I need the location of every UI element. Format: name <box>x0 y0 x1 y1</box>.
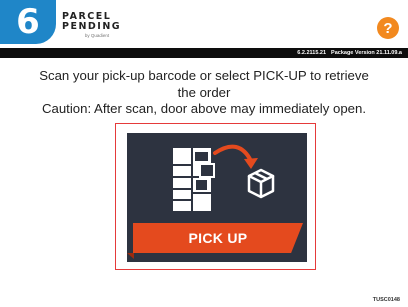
step-number-badge: 6 <box>0 0 56 44</box>
pickup-button-highlight: PICK UP <box>115 123 316 270</box>
pickup-button[interactable]: PICK UP <box>127 133 307 262</box>
curved-arrow-icon <box>213 144 258 169</box>
package-version: Package Version 21.11.09.a <box>331 50 402 56</box>
locker-icon <box>173 148 215 211</box>
build-number: 6.2.2115.21 <box>297 50 327 56</box>
step-number: 6 <box>16 2 40 42</box>
help-button[interactable]: ? <box>377 17 399 39</box>
instruction-text: Scan your pick-up barcode or select PICK… <box>0 68 408 118</box>
pickup-illustration <box>173 144 275 211</box>
device-id: TUSC0148 <box>372 297 400 303</box>
kiosk-header: PARCEL PENDING by Quadient ? <box>0 0 408 48</box>
version-bar: 6.2.2115.21 Package Version 21.11.09.a <box>0 48 408 58</box>
logo-subtitle: by Quadient <box>84 33 110 38</box>
pickup-label: PICK UP <box>188 230 248 246</box>
package-box-icon <box>247 168 275 199</box>
pickup-label-banner: PICK UP <box>133 223 303 253</box>
instruction-line-2: the order <box>177 84 231 100</box>
question-mark-icon: ? <box>383 19 393 37</box>
logo-wordmark: PARCEL PENDING <box>62 11 122 32</box>
caution-line: Caution: After scan, door above may imme… <box>41 101 366 116</box>
parcel-pending-logo: PARCEL PENDING by Quadient <box>62 11 132 39</box>
banner-fold <box>127 253 134 259</box>
instruction-line-1: Scan your pick-up barcode or select PICK… <box>39 68 369 83</box>
